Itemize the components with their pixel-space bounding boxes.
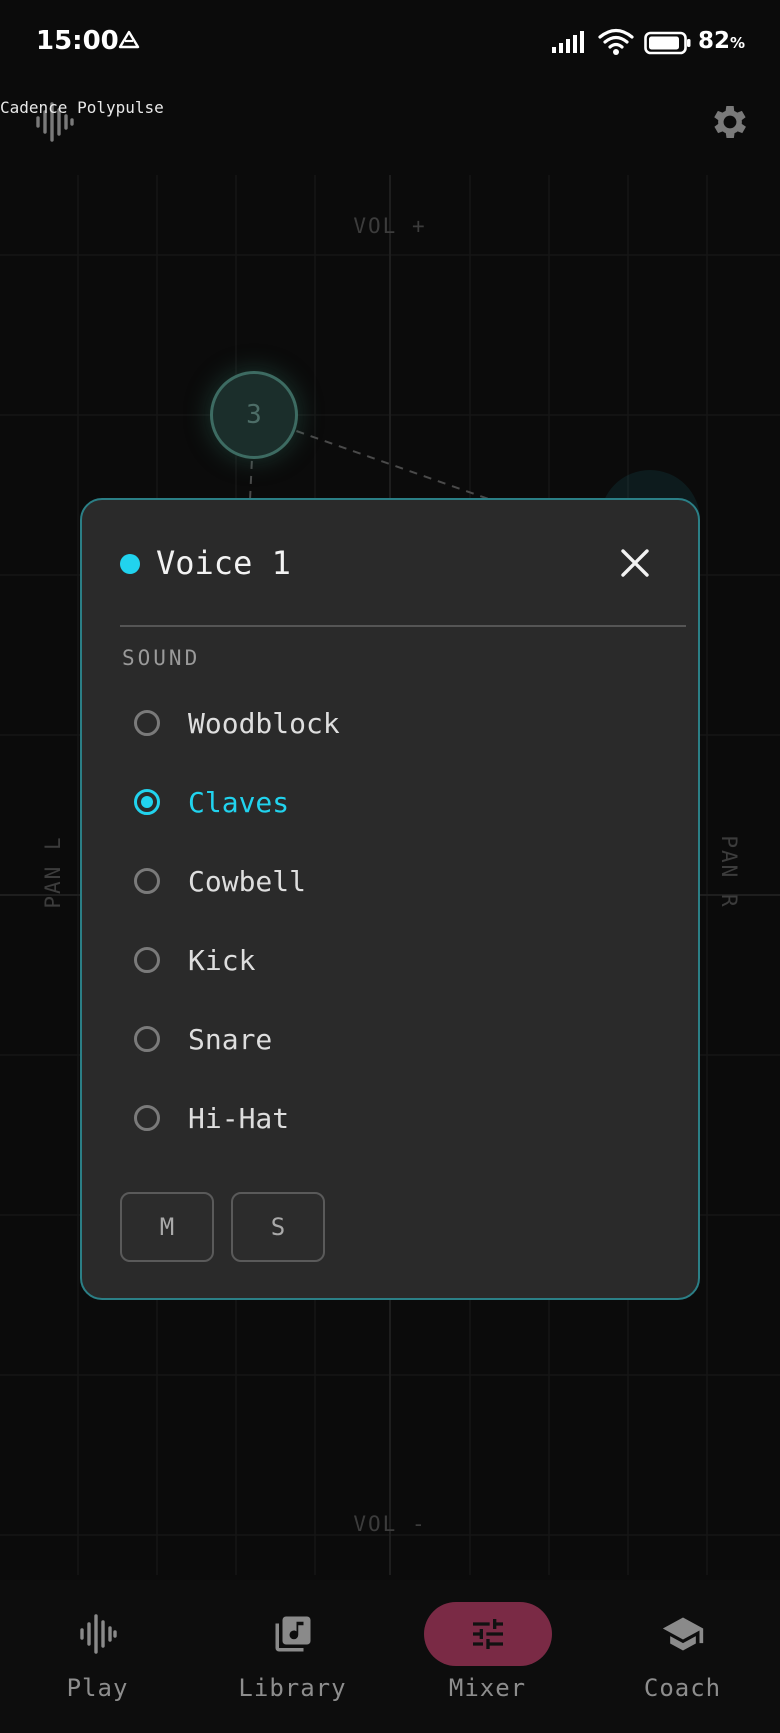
radio-button-selected[interactable] xyxy=(134,789,160,815)
divider xyxy=(120,625,686,627)
axis-label-pan-left: PAN L xyxy=(41,835,65,909)
sound-option-cowbell[interactable]: Cowbell xyxy=(132,849,652,913)
sound-option-label: Cowbell xyxy=(188,864,307,898)
mute-button[interactable]: M xyxy=(120,1192,214,1262)
radio-button[interactable] xyxy=(134,710,160,736)
voice-dialog: Voice 1 SOUND Woodblock Claves Cowbell K… xyxy=(80,498,700,1300)
voice-node-3[interactable]: 3 xyxy=(210,371,298,459)
solo-button[interactable]: S xyxy=(231,1192,325,1262)
dialog-title: Voice 1 xyxy=(156,544,291,582)
music-library-icon xyxy=(229,1602,357,1666)
voice-color-dot xyxy=(120,554,140,574)
sound-option-label: Claves xyxy=(188,785,290,819)
radio-button[interactable] xyxy=(134,947,160,973)
sound-option-label: Snare xyxy=(188,1022,273,1056)
sound-option-label: Hi-Hat xyxy=(188,1101,290,1135)
sound-option-label: Woodblock xyxy=(188,706,340,740)
status-bar: 15:00 82% xyxy=(0,0,780,90)
close-icon[interactable] xyxy=(614,542,656,584)
sound-option-hi-hat[interactable]: Hi-Hat xyxy=(132,1086,652,1150)
section-label-sound: SOUND xyxy=(122,646,201,670)
drive-icon xyxy=(118,30,140,49)
nav-label: Coach xyxy=(643,1674,722,1702)
nav-item-mixer[interactable]: Mixer xyxy=(390,1580,585,1733)
page-title: Cadence Polypulse xyxy=(0,98,164,117)
battery-percent: 82% xyxy=(698,28,746,54)
status-time: 15:00 xyxy=(36,26,119,56)
radio-button[interactable] xyxy=(134,1105,160,1131)
nav-item-library[interactable]: Library xyxy=(195,1580,390,1733)
nav-label: Library xyxy=(238,1674,347,1702)
waveform-icon xyxy=(34,1602,162,1666)
nav-label: Mixer xyxy=(448,1674,527,1702)
sliders-icon xyxy=(423,1602,552,1666)
dialog-header: Voice 1 xyxy=(82,500,698,626)
graduation-cap-icon xyxy=(619,1602,747,1666)
sound-option-label: Kick xyxy=(188,943,256,977)
sound-option-woodblock[interactable]: Woodblock xyxy=(132,691,652,755)
wifi-icon xyxy=(598,28,634,55)
nav-item-play[interactable]: Play xyxy=(0,1580,195,1733)
battery-icon xyxy=(644,31,691,55)
signal-icon xyxy=(552,31,584,53)
axis-label-vol-minus: VOL - xyxy=(353,1512,427,1536)
sound-option-snare[interactable]: Snare xyxy=(132,1007,652,1071)
nav-item-coach[interactable]: Coach xyxy=(585,1580,780,1733)
axis-label-pan-right: PAN R xyxy=(717,835,741,909)
bottom-nav: Play Library Mixer Coach xyxy=(0,1580,780,1733)
nav-label: Play xyxy=(66,1674,129,1702)
radio-button[interactable] xyxy=(134,1026,160,1052)
radio-button[interactable] xyxy=(134,868,160,894)
sound-option-kick[interactable]: Kick xyxy=(132,928,652,992)
gear-icon[interactable] xyxy=(708,100,752,144)
sound-option-claves[interactable]: Claves xyxy=(132,770,652,834)
axis-label-vol-plus: VOL + xyxy=(353,214,427,238)
voice-node-label: 3 xyxy=(246,400,262,430)
